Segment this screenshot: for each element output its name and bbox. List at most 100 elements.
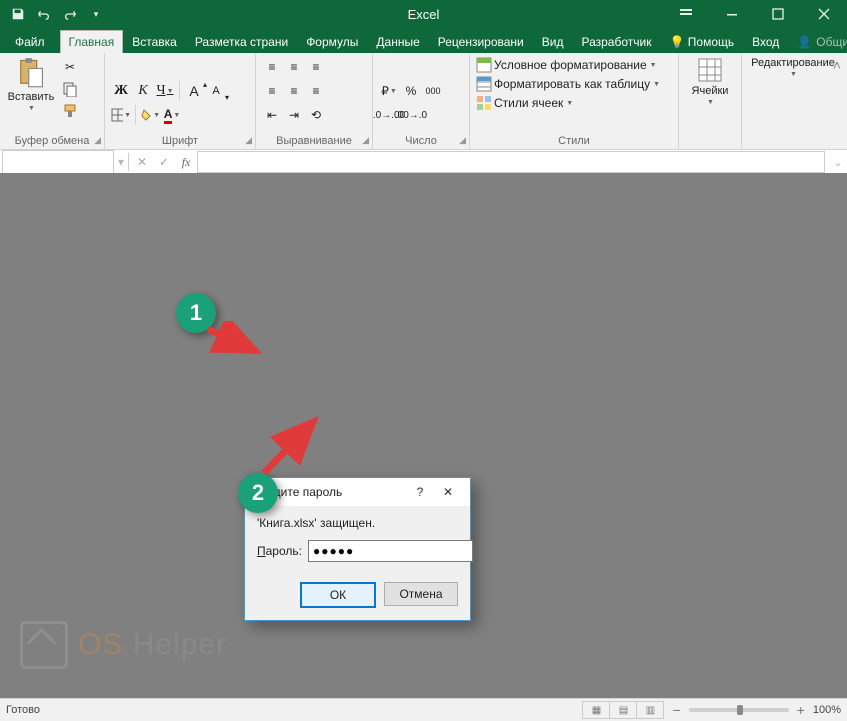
dialog-launcher-icon[interactable]: ◢ [94,135,101,146]
chevron-down-icon: ▼ [28,105,35,113]
qat-customize-icon[interactable]: ▾ [84,3,108,25]
zoom-out-icon[interactable]: − [672,702,680,718]
app-title: Excel [408,7,440,22]
dialog-close-icon[interactable]: ✕ [434,479,462,505]
maximize-icon[interactable] [755,0,801,28]
zoom-level[interactable]: 100% [813,704,841,716]
format-as-table-button[interactable]: Форматировать как таблицу▼ [476,76,660,92]
tab-file[interactable]: Файл [0,30,60,53]
tab-insert[interactable]: Вставка [123,30,186,53]
group-alignment: ≡ ≡ ≡ ≡ ≡ ≡ ⇤ ⇥ ⟲ Выравнивание ◢ [256,53,373,149]
arrow-1 [200,321,270,361]
redo-icon[interactable] [58,3,82,25]
expand-formula-bar-icon[interactable]: ⌄ [829,155,847,169]
comma-style-icon[interactable]: 000 [423,81,443,101]
normal-view-icon[interactable]: ▦ [583,702,610,718]
tab-home[interactable]: Главная [60,30,124,53]
cell-styles-button[interactable]: Стили ячеек▼ [476,95,660,111]
enter-formula-icon[interactable]: ✓ [153,152,175,172]
group-clipboard: Вставить ▼ ✂ Буфер обмена ◢ [0,53,105,149]
conditional-formatting-button[interactable]: Условное форматирование▼ [476,57,660,73]
dialog-launcher-icon[interactable]: ◢ [362,135,369,146]
window-controls [663,0,847,28]
cancel-button[interactable]: Отмена [384,582,458,606]
tab-data[interactable]: Данные [367,30,428,53]
percent-icon[interactable]: % [401,81,421,101]
page-layout-view-icon[interactable]: ▤ [610,702,637,718]
decrease-decimal-icon[interactable]: .00→.0 [401,105,421,125]
align-center-icon[interactable]: ≡ [284,81,304,101]
group-editing: Редактирование▼ ˄ [742,53,847,149]
bold-button[interactable]: Ж [111,81,131,101]
minimize-icon[interactable] [709,0,755,28]
close-icon[interactable] [801,0,847,28]
undo-icon[interactable] [32,3,56,25]
zoom-slider[interactable] [689,708,789,712]
tab-formulas[interactable]: Формулы [297,30,367,53]
watermark-text-os: OS [78,628,123,661]
zoom-in-icon[interactable]: + [797,702,805,718]
cancel-formula-icon[interactable]: ✕ [131,152,153,172]
insert-function-icon[interactable]: fx [175,152,197,172]
align-right-icon[interactable]: ≡ [306,81,326,101]
tab-tell-me[interactable]: 💡 Помощь [660,30,743,53]
cells-button[interactable]: Ячейки▼ [685,57,735,107]
cursor-icon [20,621,68,669]
callout-1: 1 [176,293,216,333]
group-styles: Условное форматирование▼ Форматировать к… [470,53,679,149]
decrease-font-icon[interactable]: A▾ [206,81,226,101]
dialog-title-bar[interactable]: Введите пароль ? ✕ [245,478,470,506]
fill-color-icon[interactable]: ▼ [140,105,160,125]
page-break-view-icon[interactable]: ▥ [637,702,663,718]
orientation-icon[interactable]: ⟲ [306,105,326,125]
paste-label: Вставить [8,91,55,103]
italic-button[interactable]: К [133,81,153,101]
align-left-icon[interactable]: ≡ [262,81,282,101]
borders-icon[interactable]: ▼ [111,105,131,125]
tab-layout[interactable]: Разметка страни [186,30,297,53]
dialog-message: 'Книга.xlsx' защищен. [257,516,458,530]
tab-signin[interactable]: Вход [743,30,788,53]
group-cells: Ячейки▼ [679,53,742,149]
cond-format-icon [476,57,492,73]
group-number-label: Число [379,134,463,147]
editing-button[interactable]: Редактирование▼ [748,57,838,79]
align-top-icon[interactable]: ≡ [262,57,282,77]
share-button[interactable]: 👤Общий доступ [788,30,847,53]
namebox-dropdown-icon[interactable]: ▾ [116,155,126,169]
dialog-launcher-icon[interactable]: ◢ [459,135,466,146]
align-bottom-icon[interactable]: ≡ [306,57,326,77]
align-middle-icon[interactable]: ≡ [284,57,304,77]
cut-icon[interactable]: ✂ [60,57,80,77]
ribbon-collapse-icon[interactable]: ˄ [833,57,841,73]
decrease-indent-icon[interactable]: ⇤ [262,105,282,125]
dialog-help-icon[interactable]: ? [406,479,434,505]
formula-input[interactable] [197,151,825,173]
ok-button[interactable]: ОК [300,582,376,608]
paste-button[interactable]: Вставить ▼ [6,57,56,113]
tab-view[interactable]: Вид [533,30,573,53]
save-icon[interactable] [6,3,30,25]
watermark-text-helper: Helper [133,628,227,661]
view-mode-buttons: ▦ ▤ ▥ [582,701,664,719]
dialog-launcher-icon[interactable]: ◢ [245,135,252,146]
increase-indent-icon[interactable]: ⇥ [284,105,304,125]
format-painter-icon[interactable] [60,101,80,121]
tab-review[interactable]: Рецензировани [429,30,533,53]
title-bar: ▾ Excel [0,0,847,28]
ribbon-options-icon[interactable] [663,0,709,28]
formula-bar: ▾ ✕ ✓ fx ⌄ [0,150,847,175]
person-icon: 👤 [797,35,812,49]
underline-button[interactable]: Ч▼ [155,81,175,101]
ribbon-tab-strip: Файл Главная Вставка Разметка страни Фор… [0,28,847,53]
tab-developer[interactable]: Разработчик [572,30,660,53]
font-color-icon[interactable]: A▼ [162,105,182,125]
password-input[interactable] [308,540,473,562]
accounting-format-icon[interactable]: ₽▼ [379,81,399,101]
copy-icon[interactable] [60,79,80,99]
group-styles-label: Стили [476,134,672,147]
callout-2: 2 [238,473,278,513]
name-box[interactable] [2,150,114,174]
increase-font-icon[interactable]: A▴ [184,81,204,101]
clipboard-icon [17,57,45,89]
